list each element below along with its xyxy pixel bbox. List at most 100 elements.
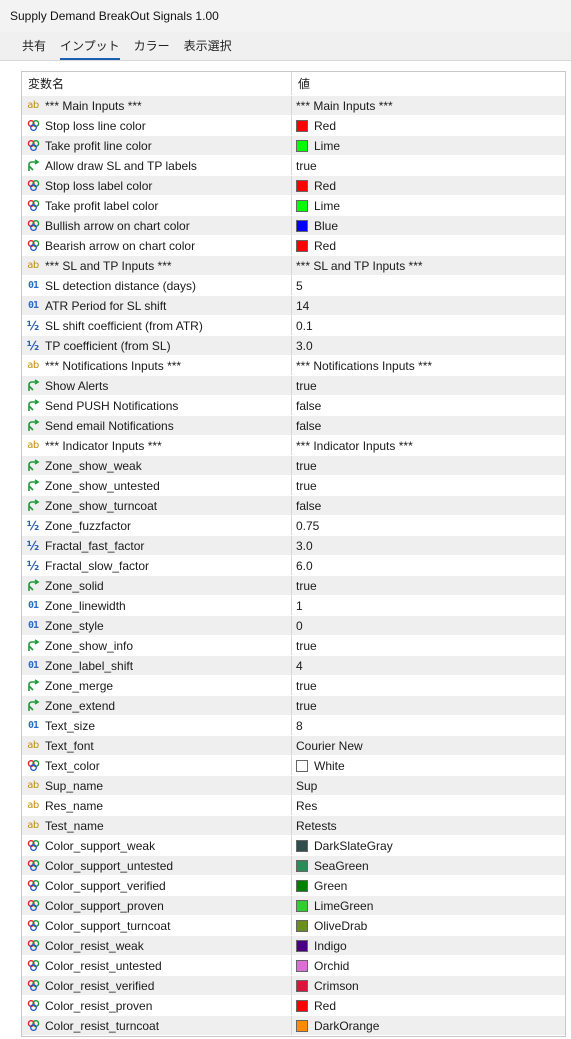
value-cell[interactable]: 0.75	[292, 519, 565, 533]
value-cell[interactable]: OliveDrab	[292, 919, 565, 933]
table-row[interactable]: Color_support_verified Green	[22, 876, 565, 896]
value-cell[interactable]: Lime	[292, 199, 565, 213]
value-cell[interactable]: Sup	[292, 779, 565, 793]
table-row[interactable]: 01 ATR Period for SL shift 14	[22, 296, 565, 316]
value-cell[interactable]: Indigo	[292, 939, 565, 953]
table-row[interactable]: Color_support_turncoat OliveDrab	[22, 916, 565, 936]
value-cell[interactable]: false	[292, 419, 565, 433]
table-row[interactable]: Take profit line color Lime	[22, 136, 565, 156]
table-row[interactable]: Color_resist_proven Red	[22, 996, 565, 1016]
value-cell[interactable]: false	[292, 499, 565, 513]
value-cell[interactable]: 3.0	[292, 539, 565, 553]
value-cell[interactable]: 6.0	[292, 559, 565, 573]
value-cell[interactable]: 1	[292, 599, 565, 613]
table-row[interactable]: ½ Fractal_slow_factor 6.0	[22, 556, 565, 576]
tab-visualization[interactable]: 表示選択	[184, 37, 240, 60]
value-cell[interactable]: 5	[292, 279, 565, 293]
table-row[interactable]: ab Test_name Retests	[22, 816, 565, 836]
value-cell[interactable]: SeaGreen	[292, 859, 565, 873]
value-cell[interactable]: 14	[292, 299, 565, 313]
table-row[interactable]: ab Sup_name Sup	[22, 776, 565, 796]
value-cell[interactable]: 4	[292, 659, 565, 673]
value-cell[interactable]: true	[292, 579, 565, 593]
table-row[interactable]: Send email Notifications false	[22, 416, 565, 436]
table-row[interactable]: Bullish arrow on chart color Blue	[22, 216, 565, 236]
table-row[interactable]: ab *** SL and TP Inputs *** *** SL and TP …	[22, 256, 565, 276]
value-cell[interactable]: true	[292, 679, 565, 693]
table-row[interactable]: Zone_extend true	[22, 696, 565, 716]
value-cell[interactable]: Res	[292, 799, 565, 813]
table-row[interactable]: Bearish arrow on chart color Red	[22, 236, 565, 256]
table-row[interactable]: Send PUSH Notifications false	[22, 396, 565, 416]
table-row[interactable]: Color_resist_verified Crimson	[22, 976, 565, 996]
value-cell[interactable]: Courier New	[292, 739, 565, 753]
table-row[interactable]: Zone_merge true	[22, 676, 565, 696]
table-row[interactable]: Text_color White	[22, 756, 565, 776]
value-cell[interactable]: Lime	[292, 139, 565, 153]
table-row[interactable]: Color_resist_untested Orchid	[22, 956, 565, 976]
value-cell[interactable]: Red	[292, 239, 565, 253]
table-row[interactable]: ½ Zone_fuzzfactor 0.75	[22, 516, 565, 536]
table-row[interactable]: Zone_solid true	[22, 576, 565, 596]
table-row[interactable]: ½ Fractal_fast_factor 3.0	[22, 536, 565, 556]
table-row[interactable]: Allow draw SL and TP labels true	[22, 156, 565, 176]
value-cell[interactable]: false	[292, 399, 565, 413]
table-row[interactable]: Take profit label color Lime	[22, 196, 565, 216]
table-row[interactable]: Color_support_weak DarkSlateGray	[22, 836, 565, 856]
value-cell[interactable]: DarkSlateGray	[292, 839, 565, 853]
table-row[interactable]: ½ TP coefficient (from SL) 3.0	[22, 336, 565, 356]
value-cell[interactable]: true	[292, 379, 565, 393]
value-cell[interactable]: 8	[292, 719, 565, 733]
value-cell[interactable]: 0	[292, 619, 565, 633]
value-cell[interactable]: Green	[292, 879, 565, 893]
table-row[interactable]: Zone_show_turncoat false	[22, 496, 565, 516]
value-cell[interactable]: *** Main Inputs ***	[292, 99, 565, 113]
table-row[interactable]: 01 SL detection distance (days) 5	[22, 276, 565, 296]
table-row[interactable]: Color_support_proven LimeGreen	[22, 896, 565, 916]
tab-common[interactable]: 共有	[22, 37, 54, 60]
table-row[interactable]: ½ SL shift coefficient (from ATR) 0.1	[22, 316, 565, 336]
table-row[interactable]: 01 Zone_style 0	[22, 616, 565, 636]
table-row[interactable]: Zone_show_weak true	[22, 456, 565, 476]
table-row[interactable]: 01 Zone_label_shift 4	[22, 656, 565, 676]
table-row[interactable]: ab Res_name Res	[22, 796, 565, 816]
value-cell[interactable]: true	[292, 459, 565, 473]
table-row[interactable]: ab *** Notifications Inputs *** *** Notifi…	[22, 356, 565, 376]
value-cell[interactable]: true	[292, 479, 565, 493]
table-row[interactable]: Color_resist_weak Indigo	[22, 936, 565, 956]
value-cell[interactable]: Crimson	[292, 979, 565, 993]
value-cell[interactable]: true	[292, 159, 565, 173]
table-row[interactable]: Show Alerts true	[22, 376, 565, 396]
value-cell[interactable]: Red	[292, 119, 565, 133]
table-row[interactable]: ab *** Indicator Inputs *** *** Indicator …	[22, 436, 565, 456]
table-row[interactable]: Zone_show_untested true	[22, 476, 565, 496]
header-value[interactable]: 値	[292, 75, 565, 92]
value-cell[interactable]: true	[292, 699, 565, 713]
value-cell[interactable]: Red	[292, 999, 565, 1013]
table-row[interactable]: 01 Text_size 8	[22, 716, 565, 736]
value-cell[interactable]: DarkOrange	[292, 1019, 565, 1033]
value-cell[interactable]: LimeGreen	[292, 899, 565, 913]
value-cell[interactable]: 3.0	[292, 339, 565, 353]
value-cell[interactable]: *** Indicator Inputs ***	[292, 439, 565, 453]
value-cell[interactable]: 0.1	[292, 319, 565, 333]
table-row[interactable]: Stop loss line color Red	[22, 116, 565, 136]
tab-inputs[interactable]: インプット	[60, 37, 128, 60]
header-variable-name[interactable]: 変数名	[22, 72, 292, 95]
table-row[interactable]: Color_support_untested SeaGreen	[22, 856, 565, 876]
value-cell[interactable]: Blue	[292, 219, 565, 233]
value-cell[interactable]: White	[292, 759, 565, 773]
value-cell[interactable]: Red	[292, 179, 565, 193]
table-row[interactable]: ab *** Main Inputs *** *** Main Inputs ***	[22, 96, 565, 116]
value-cell[interactable]: *** SL and TP Inputs ***	[292, 259, 565, 273]
tab-colors[interactable]: カラー	[134, 37, 178, 60]
table-row[interactable]: ab Text_font Courier New	[22, 736, 565, 756]
value-cell[interactable]: Orchid	[292, 959, 565, 973]
table-row[interactable]: Zone_show_info true	[22, 636, 565, 656]
value-cell[interactable]: true	[292, 639, 565, 653]
table-row[interactable]: 01 Zone_linewidth 1	[22, 596, 565, 616]
table-row[interactable]: Color_resist_turncoat DarkOrange	[22, 1016, 565, 1036]
value-cell[interactable]: *** Notifications Inputs ***	[292, 359, 565, 373]
table-row[interactable]: Stop loss label color Red	[22, 176, 565, 196]
value-cell[interactable]: Retests	[292, 819, 565, 833]
